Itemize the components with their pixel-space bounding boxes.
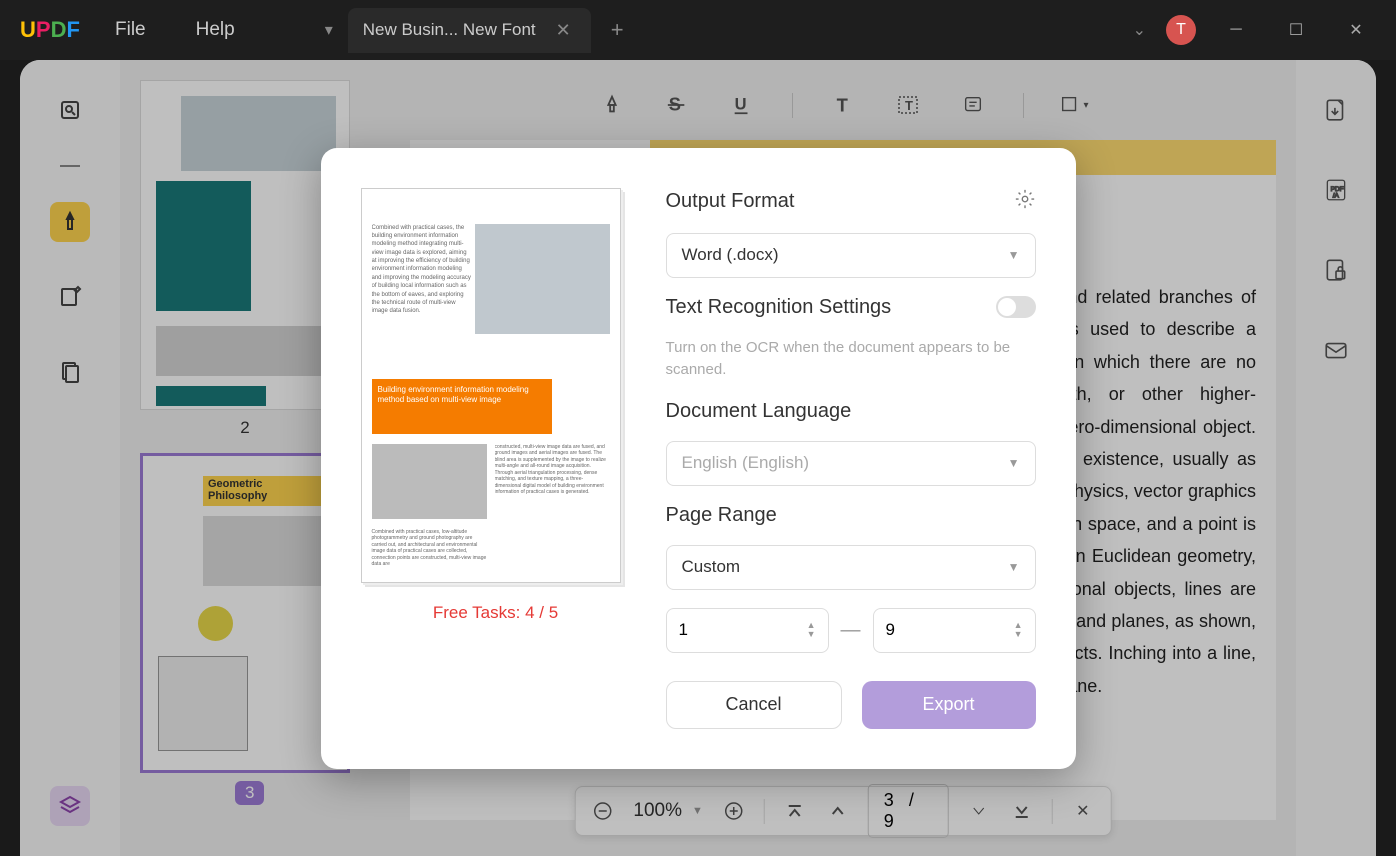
menu-file[interactable]: File <box>90 19 171 41</box>
modal-form: Output Format Word (.docx) ▼ Text Recogn… <box>666 188 1036 729</box>
dropdown-icon[interactable]: ⌄ <box>1133 20 1146 40</box>
chevron-down-icon: ▼ <box>1008 456 1020 470</box>
ocr-help-text: Turn on the OCR when the document appear… <box>666 337 1036 382</box>
modal-preview-panel: Combined with practical cases, the build… <box>361 188 631 729</box>
tab-area: ▾ New Busin... New Font ✕ + <box>310 7 1133 53</box>
range-dash: — <box>841 619 861 642</box>
titlebar: UPDF File Help ▾ New Busin... New Font ✕… <box>0 0 1396 60</box>
page-range-select[interactable]: Custom ▼ <box>666 545 1036 590</box>
language-select[interactable]: English (English) ▼ <box>666 441 1036 486</box>
chevron-down-icon: ▼ <box>1008 248 1020 262</box>
preview-orange-banner: Building environment information modelin… <box>372 379 552 434</box>
output-format-select[interactable]: Word (.docx) ▼ <box>666 233 1036 278</box>
range-from-input[interactable]: 1 ▲▼ <box>666 608 829 653</box>
spinner-buttons[interactable]: ▲▼ <box>1014 621 1023 639</box>
minimize-button[interactable]: ─ <box>1216 15 1256 45</box>
user-avatar[interactable]: T <box>1166 15 1196 45</box>
settings-gear-icon[interactable] <box>1014 188 1036 215</box>
maximize-button[interactable]: ☐ <box>1276 15 1316 45</box>
close-tab-icon[interactable]: ✕ <box>551 18 576 43</box>
app-logo: UPDF <box>20 15 90 45</box>
range-to-input[interactable]: 9 ▲▼ <box>873 608 1036 653</box>
tab-list-dropdown[interactable]: ▾ <box>310 10 348 50</box>
language-label: Document Language <box>666 400 1036 423</box>
chevron-down-icon: ▼ <box>1008 560 1020 574</box>
tab-title: New Busin... New Font <box>363 20 536 40</box>
new-tab-button[interactable]: + <box>591 7 644 53</box>
page-range-label: Page Range <box>666 504 1036 527</box>
menu-help[interactable]: Help <box>171 19 260 41</box>
ocr-toggle[interactable] <box>996 296 1036 318</box>
document-tab[interactable]: New Busin... New Font ✕ <box>348 8 591 53</box>
export-modal: Combined with practical cases, the build… <box>321 148 1076 769</box>
free-tasks-label: Free Tasks: 4 / 5 <box>361 603 631 623</box>
modal-overlay: Combined with practical cases, the build… <box>20 60 1376 856</box>
output-format-label: Output Format <box>666 190 795 213</box>
preview-thumbnail: Combined with practical cases, the build… <box>361 188 621 583</box>
ocr-label: Text Recognition Settings <box>666 296 892 319</box>
export-button[interactable]: Export <box>862 681 1036 729</box>
cancel-button[interactable]: Cancel <box>666 681 842 729</box>
window-controls: ⌄ T ─ ☐ ✕ <box>1133 15 1376 45</box>
workspace: PDF/A 2 GeometricPhilosophy 3 <box>20 60 1376 856</box>
spinner-buttons[interactable]: ▲▼ <box>807 621 816 639</box>
close-window-button[interactable]: ✕ <box>1336 15 1376 45</box>
